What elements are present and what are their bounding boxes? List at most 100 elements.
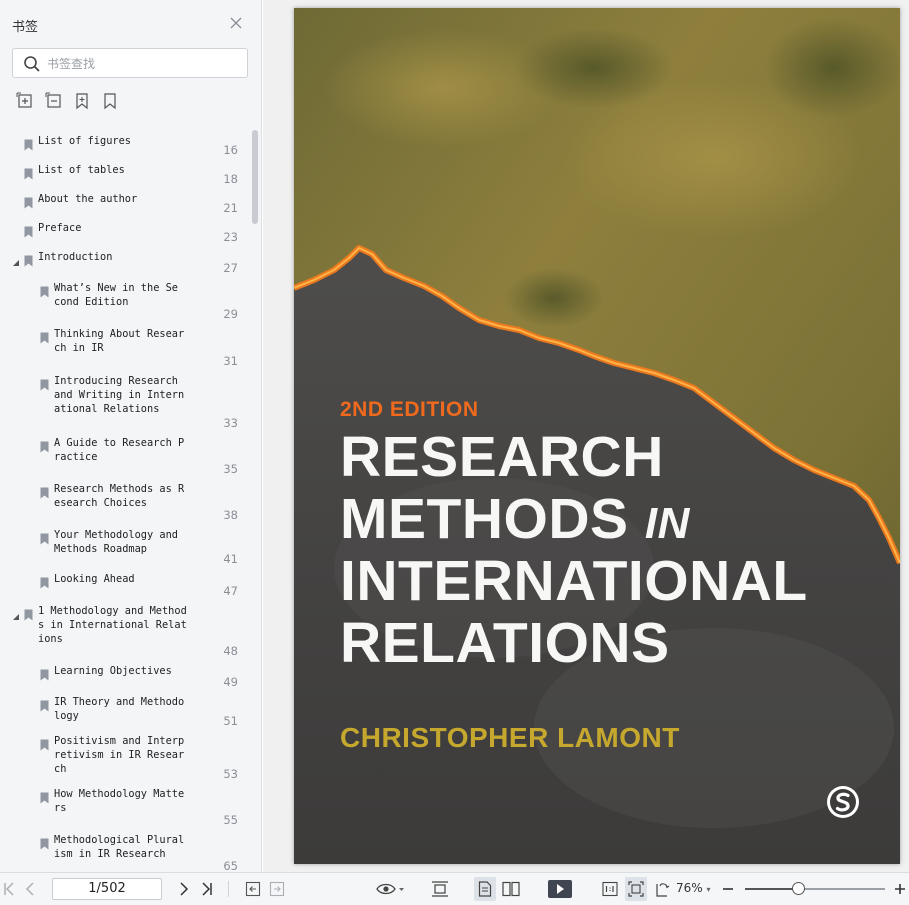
chevron-down-icon: ▾	[706, 885, 711, 894]
pdf-page-cover: 2ND EDITION RESEARCH METHODS IN INTERNAT…	[294, 8, 900, 864]
bookmark-label: IR Theory and Methodo logy	[54, 696, 185, 722]
bookmark-item[interactable]: How Methodology Matte rs 55	[0, 787, 250, 833]
bookmark-page-number: 27	[223, 261, 238, 275]
bookmark-item[interactable]: Thinking About Resear ch in IR 31	[0, 327, 250, 374]
publisher-logo-icon	[826, 785, 860, 819]
bookmark-label: How Methodology Matte rs	[54, 788, 185, 814]
expand-toggle-icon[interactable]	[12, 606, 20, 620]
bookmark-icon	[24, 606, 33, 621]
bookmark-item[interactable]: Introducing Research and Writing in Inte…	[0, 374, 250, 436]
bookmark-icon	[40, 835, 49, 850]
bookmark-item[interactable]: 1 Methodology and Method s in Internatio…	[0, 604, 250, 664]
bookmark-item[interactable]: Your Methodology and Methods Roadmap 41	[0, 528, 250, 572]
bookmark-search-input[interactable]	[47, 53, 237, 75]
expand-all-icon[interactable]	[16, 92, 34, 110]
cover-title-line-1: RESEARCH	[340, 425, 664, 489]
zoom-slider-fill	[745, 888, 799, 890]
zoom-level-dropdown[interactable]: 76% ▾	[676, 881, 711, 895]
bookmark-label: Positivism and Interp retivism in IR Res…	[54, 735, 185, 775]
bookmark-label: Thinking About Resear ch in IR	[54, 328, 185, 354]
bookmark-page-number: 65	[223, 859, 238, 872]
bookmark-page-number: 47	[223, 584, 238, 598]
last-page-icon[interactable]	[201, 881, 213, 897]
bookmark-page-number: 29	[223, 307, 238, 321]
bookmark-icon	[40, 574, 49, 589]
forward-icon[interactable]	[269, 881, 285, 897]
rotate-icon[interactable]	[654, 881, 670, 897]
bookmark-panel: 书签 List of figures 16 List of tables 18 Abou…	[0, 0, 262, 872]
cover-title-line-2-text: METHODS	[340, 487, 645, 551]
bookmark-page-number: 53	[223, 767, 238, 781]
first-page-icon[interactable]	[3, 881, 15, 897]
bookmark-item[interactable]: Preface 23	[0, 221, 250, 250]
bookmark-scrollbar[interactable]	[250, 128, 260, 872]
previous-page-icon[interactable]	[25, 881, 35, 897]
back-icon[interactable]	[245, 881, 261, 897]
bookmark-item[interactable]: Learning Objectives 49	[0, 664, 250, 695]
bookmark-icon	[24, 194, 33, 209]
next-page-icon[interactable]	[179, 881, 189, 897]
bookmark-item[interactable]: Introduction 27	[0, 250, 250, 281]
fit-page-icon[interactable]	[628, 881, 644, 897]
bookmark-item[interactable]: Looking Ahead 47	[0, 572, 250, 604]
bookmark-item[interactable]: Positivism and Interp retivism in IR Res…	[0, 734, 250, 787]
bookmark-label: Your Methodology and Methods Roadmap	[54, 529, 178, 555]
add-bookmark-icon[interactable]	[73, 92, 91, 110]
bookmark-icon	[40, 329, 49, 344]
bookmark-label: Learning Objectives	[54, 665, 172, 677]
bookmark-label: List of figures	[38, 135, 131, 147]
bookmark-page-number: 18	[223, 172, 238, 186]
bookmark-page-number: 49	[223, 675, 238, 689]
bookmark-scroll-thumb[interactable]	[252, 130, 258, 224]
bookmark-item[interactable]: Research Methods as R esearch Choices 38	[0, 482, 250, 528]
bookmark-icon[interactable]	[101, 92, 119, 110]
eye-care-mode-icon[interactable]	[376, 881, 404, 897]
bookmark-icon	[40, 283, 49, 298]
bookmark-page-number: 21	[223, 201, 238, 215]
bookmark-icon	[24, 136, 33, 151]
bookmark-label: What’s New in the Se cond Edition	[54, 282, 178, 308]
bookmark-item[interactable]: What’s New in the Se cond Edition 29	[0, 281, 250, 327]
bookmark-label: Research Methods as R esearch Choices	[54, 483, 185, 509]
play-slideshow-icon[interactable]	[548, 880, 572, 898]
bookmark-item[interactable]: About the author 21	[0, 192, 250, 221]
two-page-icon[interactable]	[502, 881, 520, 897]
bookmark-label: Methodological Plural ism in IR Research	[54, 834, 185, 860]
bookmark-icon	[40, 736, 49, 751]
bookmark-icon	[40, 530, 49, 545]
bookmark-item[interactable]: List of tables 18	[0, 163, 250, 192]
bookmark-label: Introduction	[38, 251, 113, 263]
bookmark-panel-header: 书签	[0, 0, 261, 44]
bookmark-page-number: 48	[223, 644, 238, 658]
bookmark-item[interactable]: Methodological Plural ism in IR Research…	[0, 833, 250, 872]
actual-size-icon[interactable]	[602, 881, 618, 897]
bookmark-label: List of tables	[38, 164, 125, 176]
zoom-slider-thumb[interactable]	[792, 882, 806, 895]
bookmark-item[interactable]: IR Theory and Methodo logy 51	[0, 695, 250, 734]
bookmark-page-number: 41	[223, 552, 238, 566]
bookmark-icon	[40, 438, 49, 453]
single-page-icon[interactable]	[478, 881, 492, 897]
cover-title-line-3: INTERNATIONAL	[340, 549, 808, 613]
page-number-input[interactable]: 1/502	[52, 878, 162, 900]
zoom-out-icon[interactable]	[722, 881, 734, 897]
zoom-in-icon[interactable]	[894, 881, 906, 897]
bookmark-item[interactable]: A Guide to Research P ractice 35	[0, 436, 250, 482]
expand-toggle-icon[interactable]	[12, 252, 20, 266]
bookmark-page-number: 23	[223, 230, 238, 244]
bookmark-icon	[40, 376, 49, 391]
fit-width-icon[interactable]	[431, 881, 449, 897]
cover-author: CHRISTOPHER LAMONT	[340, 722, 680, 753]
bookmark-page-number: 35	[223, 462, 238, 476]
bookmark-icon	[40, 697, 49, 712]
bookmark-search-box[interactable]	[12, 48, 248, 78]
bookmark-item[interactable]: List of figures 16	[0, 134, 250, 163]
bookmark-label: Looking Ahead	[54, 573, 135, 585]
bookmark-label: Introducing Research and Writing in Inte…	[54, 375, 185, 415]
bookmark-icon	[40, 789, 49, 804]
bookmark-page-number: 51	[223, 714, 238, 728]
bottom-toolbar: 1/502 76% ▾	[0, 872, 909, 905]
close-icon[interactable]	[228, 15, 244, 31]
collapse-all-icon[interactable]	[45, 92, 63, 110]
bookmark-page-number: 38	[223, 508, 238, 522]
